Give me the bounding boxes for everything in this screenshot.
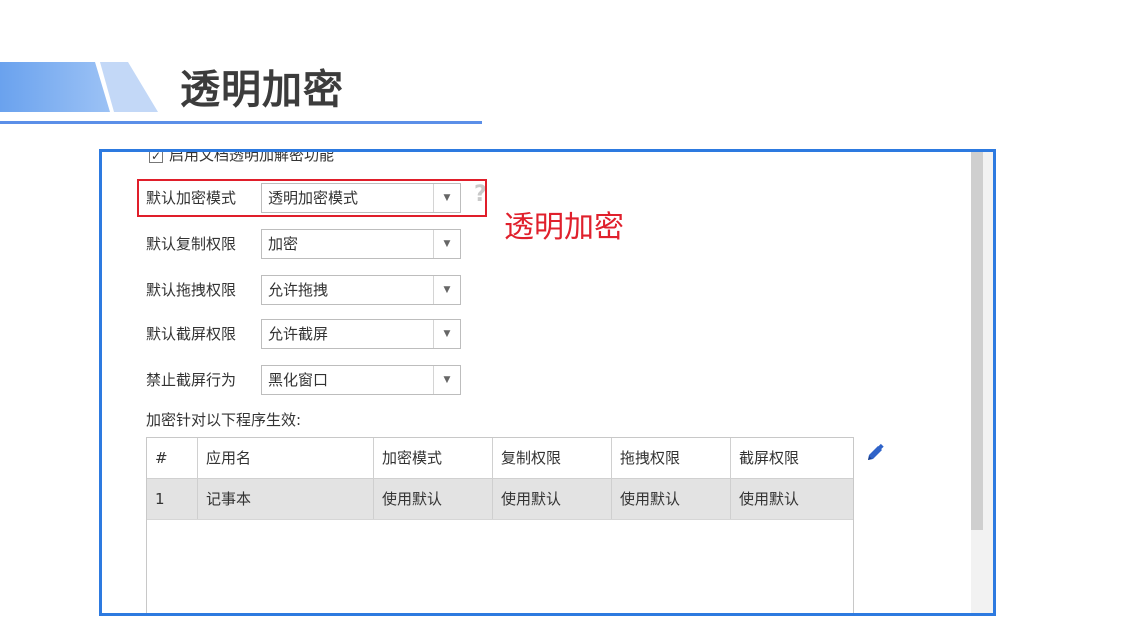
table-header-row: # 应用名 加密模式 复制权限 拖拽权限 截屏权限 xyxy=(147,438,853,479)
cell-copy-permission: 使用默认 xyxy=(493,479,612,519)
select-value: 黑化窗口 xyxy=(268,371,329,389)
enable-encryption-label: 启用文档透明加解密功能 xyxy=(169,149,335,164)
settings-panel: ✓ 启用文档透明加解密功能 默认加密模式 透明加密模式 ▼ 默认复制权限 加密 ▼… xyxy=(102,152,993,613)
column-header-encrypt-mode[interactable]: 加密模式 xyxy=(374,438,493,478)
default-drag-permission-label: 默认拖拽权限 xyxy=(146,281,237,299)
chevron-down-icon[interactable]: ▼ xyxy=(433,276,460,304)
program-table: # 应用名 加密模式 复制权限 拖拽权限 截屏权限 1 记事本 使用默认 使用默… xyxy=(146,437,854,613)
table-row[interactable]: 1 记事本 使用默认 使用默认 使用默认 使用默认 xyxy=(147,479,853,520)
cell-index: 1 xyxy=(147,479,198,519)
enable-encryption-option[interactable]: ✓ 启用文档透明加解密功能 xyxy=(149,149,335,166)
settings-screenshot: ✓ 启用文档透明加解密功能 默认加密模式 透明加密模式 ▼ 默认复制权限 加密 ▼… xyxy=(99,149,996,616)
default-copy-permission-select[interactable]: 加密 ▼ xyxy=(261,229,461,259)
cell-screenshot-permission: 使用默认 xyxy=(739,490,800,508)
pencil-icon[interactable] xyxy=(864,442,886,464)
cell-encrypt-mode: 使用默认 xyxy=(374,479,493,519)
screenshot-block-behavior-select[interactable]: 黑化窗口 ▼ xyxy=(261,365,461,395)
chevron-down-icon[interactable]: ▼ xyxy=(433,230,460,258)
default-screenshot-permission-label: 默认截屏权限 xyxy=(146,325,237,343)
programs-section-label: 加密针对以下程序生效: xyxy=(146,411,302,429)
column-header-copy-permission[interactable]: 复制权限 xyxy=(493,438,612,478)
annotation-label: 透明加密 xyxy=(504,210,624,245)
cell-drag-permission: 使用默认 xyxy=(612,479,731,519)
select-value: 允许截屏 xyxy=(268,325,329,343)
column-header-index[interactable]: # xyxy=(147,438,198,478)
page-title: 透明加密 xyxy=(180,67,344,113)
cell-app-name: 记事本 xyxy=(198,479,374,519)
default-drag-permission-select[interactable]: 允许拖拽 ▼ xyxy=(261,275,461,305)
chevron-down-icon[interactable]: ▼ xyxy=(433,366,460,394)
default-copy-permission-label: 默认复制权限 xyxy=(146,235,237,253)
highlight-box xyxy=(137,179,487,217)
title-underline xyxy=(0,121,482,124)
chevron-down-icon[interactable]: ▼ xyxy=(433,320,460,348)
column-header-app-name[interactable]: 应用名 xyxy=(198,438,374,478)
scrollbar-thumb[interactable] xyxy=(971,152,983,530)
select-value: 加密 xyxy=(268,235,299,253)
column-header-drag-permission[interactable]: 拖拽权限 xyxy=(612,438,731,478)
screenshot-block-behavior-label: 禁止截屏行为 xyxy=(146,371,237,389)
select-value: 允许拖拽 xyxy=(268,281,329,299)
title-decoration xyxy=(0,62,158,112)
enable-encryption-checkbox[interactable]: ✓ xyxy=(149,152,163,163)
default-screenshot-permission-select[interactable]: 允许截屏 ▼ xyxy=(261,319,461,349)
column-header-screenshot-permission[interactable]: 截屏权限 xyxy=(731,438,853,478)
